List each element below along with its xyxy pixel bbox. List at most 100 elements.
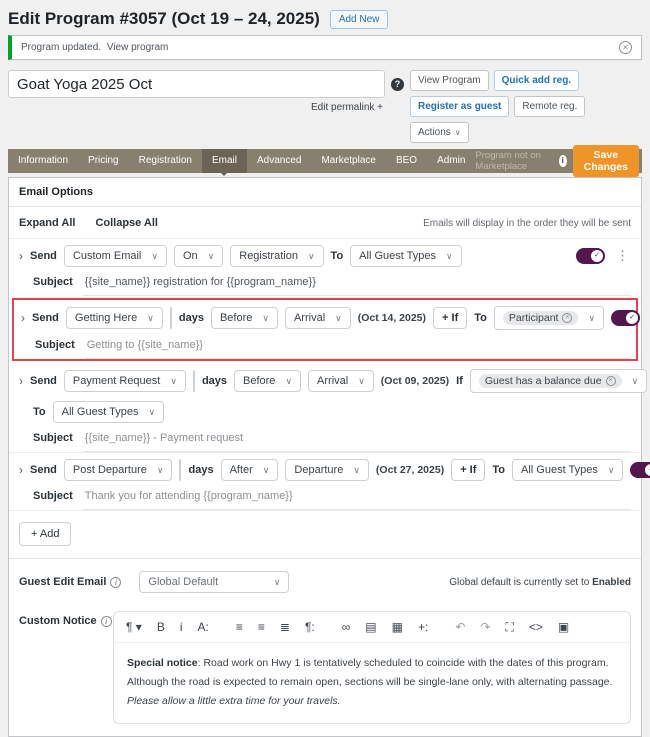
email-enabled-toggle[interactable]: ✓ [611,310,640,326]
image-icon[interactable]: ▤ [365,620,376,634]
align-left-icon[interactable]: ≡ [236,620,243,634]
subject-label: Subject [33,276,73,288]
paragraph-style-icon[interactable]: ¶ ▾ [126,620,142,634]
editor-content[interactable]: Special notice: Road work on Hwy 1 is te… [114,643,630,723]
view-program-link[interactable]: View program [107,42,169,53]
tab-admin[interactable]: Admin [427,149,475,173]
chevron-down-icon: ∨ [308,251,315,262]
remote-reg-button[interactable]: Remote reg. [514,96,585,117]
chevron-down-icon: ∨ [262,313,269,324]
tab-advanced[interactable]: Advanced [247,149,311,173]
info-icon[interactable]: i [110,577,121,588]
to-label: To [331,250,344,262]
event-select[interactable]: Arrival∨ [285,307,351,329]
fullscreen-icon[interactable]: ⛶ [505,620,513,634]
tab-information[interactable]: Information [8,149,78,173]
add-email-button[interactable]: + Add [19,522,71,546]
email-template-select[interactable]: Post Departure∨ [64,459,173,481]
title-help-icon[interactable]: ? [391,78,404,91]
actions-dropdown[interactable]: Actions∨ [410,122,469,143]
global-default-note: Global default is currently set to Enabl… [449,577,631,588]
paragraph-options-icon[interactable]: ¶: [305,620,315,634]
register-as-guest-button[interactable]: Register as guest [410,96,509,117]
add-if-button[interactable]: + If [433,307,467,329]
expand-row-icon[interactable]: › [19,374,23,388]
expand-row-icon[interactable]: › [19,249,23,263]
days-stepper[interactable]: 3▲▼ [179,459,181,481]
tab-registration[interactable]: Registration [129,149,202,173]
view-program-button[interactable]: View Program [410,70,489,91]
add-if-button[interactable]: + If [451,459,485,481]
marketplace-info-icon[interactable]: i [559,155,567,167]
undo-icon[interactable]: ↶ [455,620,465,634]
text-style-icon[interactable]: A: [198,620,209,634]
email-enabled-toggle[interactable]: ✓ [576,248,605,264]
program-action-buttons: View Program Quick add reg. Register as … [410,70,642,143]
insert-icon[interactable]: +: [418,620,428,634]
event-select[interactable]: Arrival∨ [308,370,374,392]
email-template-select[interactable]: Getting Here∨ [66,307,163,329]
before-after-select[interactable]: After∨ [221,459,279,481]
subject-input[interactable]: {{site_name}} registration for {{program… [83,276,631,296]
email-list-controls: Expand All Collapse All Emails will disp… [9,207,641,238]
program-title-input[interactable]: Goat Yoga 2025 Oct [8,70,385,98]
add-new-button[interactable]: Add New [330,10,389,29]
tab-marketplace[interactable]: Marketplace [311,149,385,173]
days-stepper[interactable]: 5▲▼ [170,307,172,329]
align-center-icon[interactable]: ≡ [258,620,265,634]
computed-date: (Oct 27, 2025) [376,464,444,476]
code-icon[interactable]: <> [529,620,543,634]
timing-mode-select[interactable]: On∨ [174,245,223,267]
custom-notice-editor: ¶ ▾ Bi A: ≡ ≡ ≣ ¶: ∞ ▤ ▦ +: ↶ ↷ ⛶ <> ▣ Special notice: … [113,611,631,724]
email-template-select[interactable]: Custom Email∨ [64,245,167,267]
to-select[interactable]: All Guest Types∨ [53,401,164,423]
collapse-all-button[interactable]: Collapse All [95,217,158,229]
notice-bold-text: Special notice [127,657,198,669]
dismiss-notice-icon[interactable]: ✕ [619,41,632,54]
remove-chip-icon[interactable]: × [562,313,572,323]
tab-beo[interactable]: BEO [386,149,427,173]
italic-icon[interactable]: i [180,620,183,634]
row-menu-icon[interactable]: ⋮ [614,248,631,264]
show-blocks-icon[interactable]: ▣ [558,620,569,634]
subject-input[interactable]: Thank you for attending {{program_name}} [83,490,631,510]
edit-permalink-link[interactable]: Edit permalink + [8,98,385,113]
days-value[interactable]: 3 [180,460,181,480]
chevron-down-icon: ∨ [208,251,215,262]
before-after-select[interactable]: Before∨ [211,307,278,329]
save-changes-button[interactable]: Save Changes [573,145,639,177]
quick-add-reg-button[interactable]: Quick add reg. [494,70,579,91]
redo-icon[interactable]: ↷ [480,620,490,634]
remove-chip-icon[interactable]: × [606,376,616,386]
link-icon[interactable]: ∞ [342,620,351,634]
expand-row-icon[interactable]: › [21,311,25,325]
subject-input[interactable]: Getting to {{site_name}} [85,339,629,359]
bold-icon[interactable]: B [157,620,165,634]
to-select[interactable]: All Guest Types∨ [350,245,461,267]
table-icon[interactable]: ▦ [392,620,403,634]
notice-text: Program updated. View program [21,42,168,53]
event-value: Arrival [317,375,348,387]
event-select[interactable]: Registration∨ [230,245,323,267]
days-value[interactable]: 10 [194,371,195,391]
days-stepper[interactable]: 10▲▼ [193,370,195,392]
guest-edit-email-select[interactable]: Global Default∨ [139,571,289,593]
days-value[interactable]: 5 [171,308,172,328]
subject-input[interactable]: {{site_name}} - Payment request [83,432,631,452]
to-multiselect[interactable]: Participant×∨ [494,306,604,330]
update-notice: Program updated. View program ✕ [8,35,642,60]
email-enabled-toggle[interactable]: ✓ [630,462,650,478]
to-select[interactable]: All Guest Types∨ [512,459,623,481]
chevron-down-icon: ∨ [455,128,461,137]
email-template-select[interactable]: Payment Request∨ [64,370,186,392]
info-icon[interactable]: i [101,616,112,627]
tab-pricing[interactable]: Pricing [78,149,129,173]
expand-row-icon[interactable]: › [19,463,23,477]
send-label: Send [32,312,59,324]
expand-all-button[interactable]: Expand All [19,217,75,229]
tab-email[interactable]: Email [202,149,247,173]
event-select[interactable]: Departure∨ [285,459,369,481]
list-icon[interactable]: ≣ [280,620,290,634]
before-after-select[interactable]: Before∨ [234,370,301,392]
condition-select[interactable]: Guest has a balance due×∨ [470,369,647,393]
